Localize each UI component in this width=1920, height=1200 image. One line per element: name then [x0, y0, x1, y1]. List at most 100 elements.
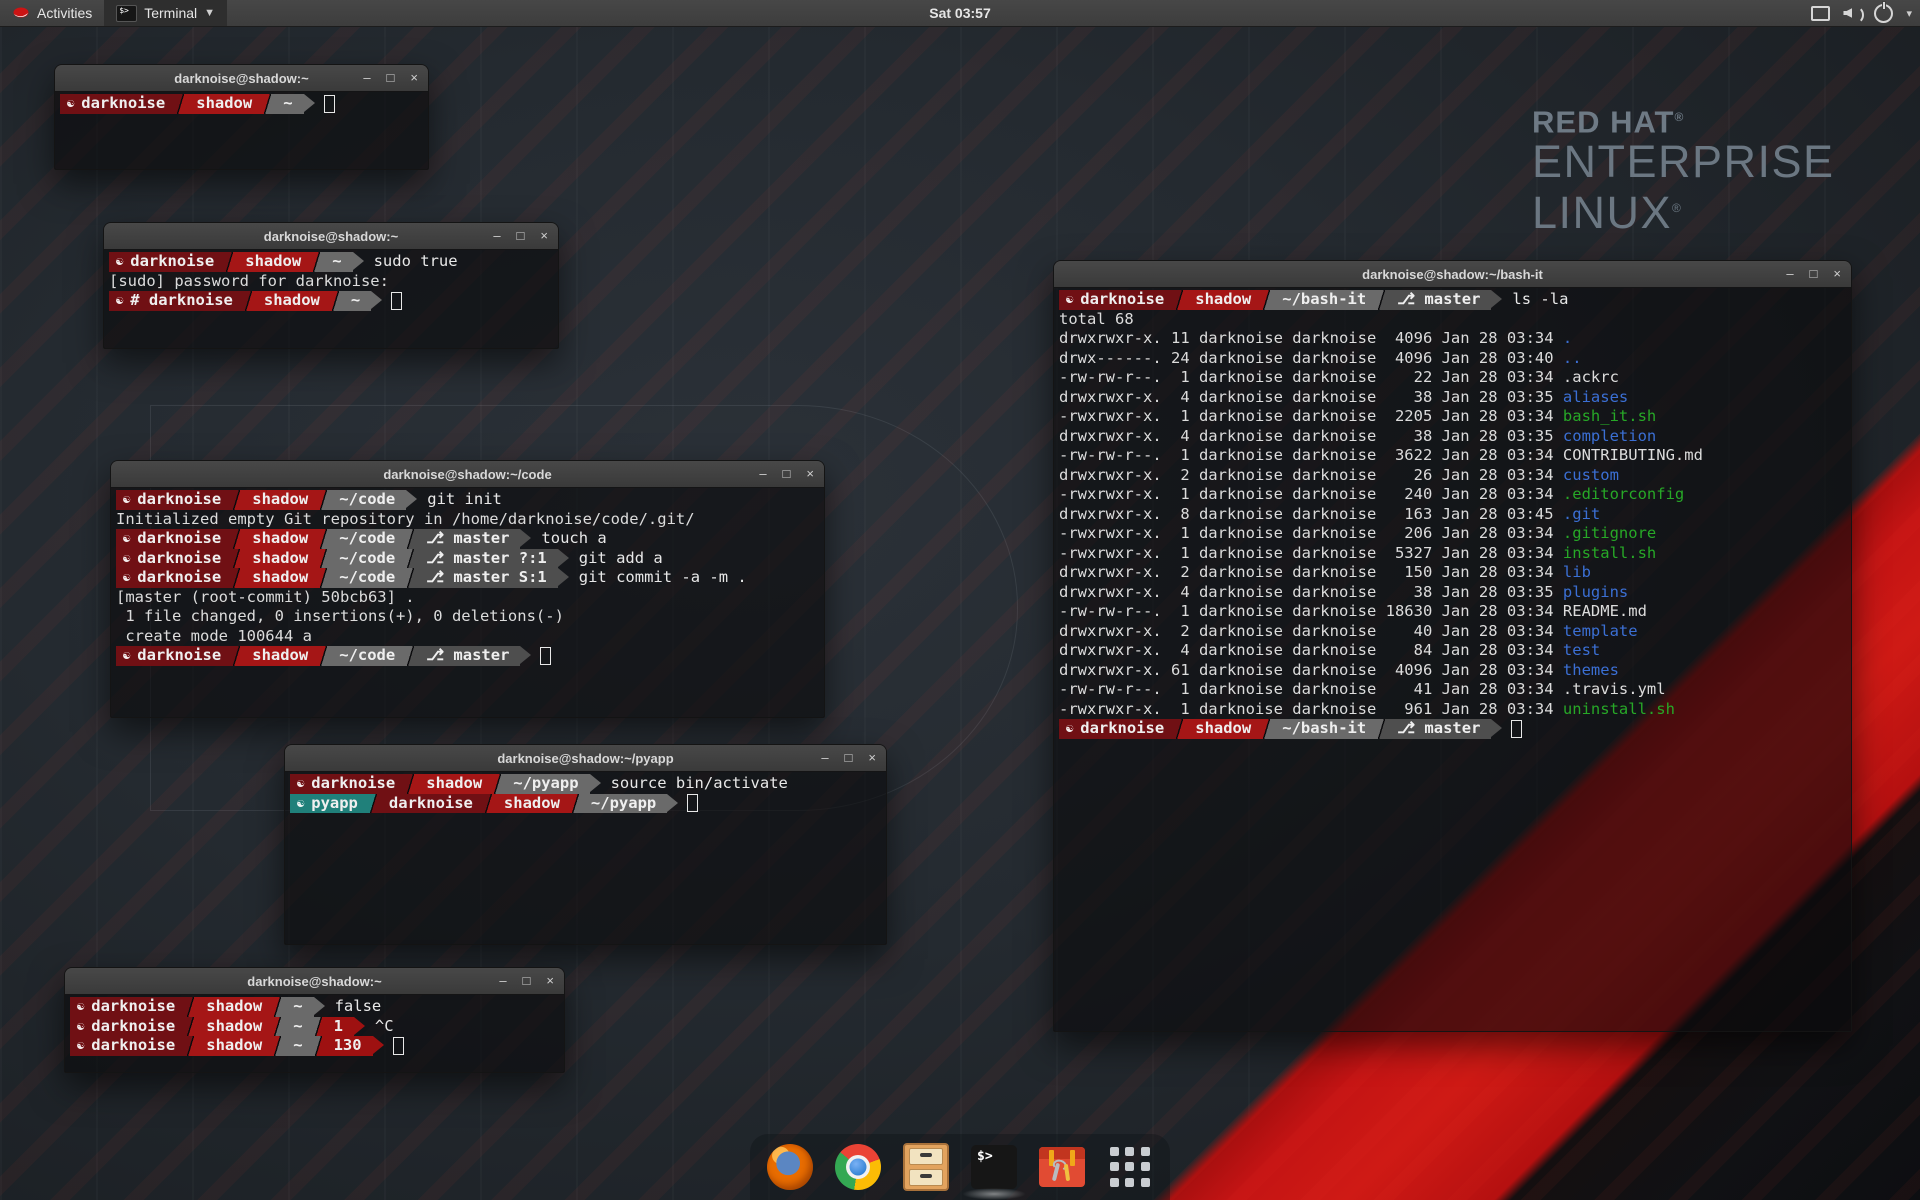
app-grid-icon: [1110, 1147, 1150, 1187]
terminal-content[interactable]: ☯darknoiseshadow~/codegit initInitialize…: [111, 487, 824, 717]
terminal-line: ☯# darknoiseshadow~: [109, 291, 558, 311]
segment-separator: [1262, 290, 1271, 310]
terminal-app-icon: $>: [116, 5, 137, 22]
terminal-line: ☯darknoiseshadow~1^C: [70, 1017, 564, 1037]
ls-entry-name: template: [1563, 622, 1638, 640]
clock[interactable]: Sat 03:57: [0, 5, 1920, 21]
minimize-button[interactable]: –: [821, 745, 828, 771]
window-titlebar[interactable]: darknoise@shadow:~/bash-it –□×: [1054, 261, 1851, 288]
dock-item-files[interactable]: [902, 1143, 950, 1191]
dock-item-firefox[interactable]: [766, 1143, 814, 1191]
prompt-segment-path: ~/code: [328, 549, 406, 569]
close-button[interactable]: ×: [1833, 261, 1841, 287]
dock-item-terminal[interactable]: $>: [970, 1143, 1018, 1191]
activities-button[interactable]: Activities: [0, 0, 104, 26]
display-icon[interactable]: [1811, 6, 1830, 21]
terminal-line: ☯darknoiseshadow~/codegit init: [116, 490, 824, 510]
terminal-window-sudo: darknoise@shadow:~ –□× ☯darknoiseshadow~…: [103, 222, 559, 349]
ls-entry-meta: drwxrwxr-x. 61 darknoise darknoise 4096 …: [1059, 661, 1563, 679]
ls-entry-meta: drwxrwxr-x. 2 darknoise darknoise 26 Jan…: [1059, 466, 1563, 484]
window-titlebar[interactable]: darknoise@shadow:~/code –□×: [111, 461, 824, 488]
ls-entry-meta: drwx------. 24 darknoise darknoise 4096 …: [1059, 349, 1563, 367]
terminal-window-code: darknoise@shadow:~/code –□× ☯darknoisesh…: [110, 460, 825, 718]
dock-item-chrome[interactable]: [834, 1143, 882, 1191]
prompt-segment-err: 130: [323, 1036, 373, 1056]
close-button[interactable]: ×: [410, 65, 418, 91]
prompt-segment-host: shadow: [241, 529, 319, 549]
maximize-button[interactable]: □: [517, 223, 525, 249]
window-title: darknoise@shadow:~: [264, 229, 398, 244]
terminal-cursor: [393, 1037, 404, 1055]
redhat-logo-icon: [12, 6, 30, 20]
brand-red-hat: RED HAT®: [1532, 100, 1835, 139]
segment-separator: [186, 1017, 195, 1037]
minimize-button[interactable]: –: [499, 968, 506, 994]
segment-separator: [319, 646, 328, 666]
ls-entry-meta: drwxrwxr-x. 4 darknoise darknoise 38 Jan…: [1059, 427, 1563, 445]
minimize-button[interactable]: –: [493, 223, 500, 249]
terminal-content[interactable]: ☯darknoiseshadow~/bash-it⎇ master ls -la t…: [1054, 287, 1851, 1031]
maximize-button[interactable]: □: [523, 968, 531, 994]
minimize-button[interactable]: –: [363, 65, 370, 91]
activities-label: Activities: [37, 5, 92, 21]
segment-separator: [232, 646, 241, 666]
dock-item-app-grid[interactable]: [1106, 1143, 1154, 1191]
close-button[interactable]: ×: [868, 745, 876, 771]
minimize-button[interactable]: –: [759, 461, 766, 487]
prompt-segment-git: ⎇ master S:1: [415, 568, 558, 588]
terminal-content[interactable]: ☯darknoiseshadow~false☯darknoiseshadow~1…: [65, 994, 564, 1072]
prompt-segment-path: ~: [282, 1017, 313, 1037]
prompt-arrow: [520, 646, 531, 664]
app-menu-label: Terminal: [144, 5, 197, 21]
command-text: git add a: [579, 549, 663, 569]
maximize-button[interactable]: □: [845, 745, 853, 771]
rhel-branding: RED HAT® ENTERPRISE LINUX®: [1532, 100, 1835, 236]
segment-separator: [571, 794, 580, 814]
prompt-segment-path: ~/code: [328, 646, 406, 666]
top-bar: Activities $> Terminal ▼ Sat 03:57 ▾: [0, 0, 1920, 27]
toolbox-clasp: [1070, 1150, 1075, 1166]
window-titlebar[interactable]: darknoise@shadow:~ –□×: [65, 968, 564, 995]
segment-separator: [406, 549, 415, 569]
system-menu-chevron-icon[interactable]: ▾: [1906, 7, 1912, 20]
terminal-content[interactable]: ☯darknoiseshadow~: [55, 91, 428, 169]
prompt-segment-host: shadow: [253, 291, 331, 311]
prompt-segment-user: ☯darknoise: [116, 568, 232, 588]
dock-item-toolbox[interactable]: [1038, 1143, 1086, 1191]
prompt-segment-user: ☯darknoise: [109, 252, 225, 272]
close-button[interactable]: ×: [806, 461, 814, 487]
power-icon[interactable]: [1874, 4, 1893, 23]
app-menu-terminal[interactable]: $> Terminal ▼: [104, 0, 227, 26]
maximize-button[interactable]: □: [387, 65, 395, 91]
volume-icon[interactable]: [1843, 6, 1861, 20]
window-titlebar[interactable]: darknoise@shadow:~ –□ ×: [104, 223, 558, 250]
close-button[interactable]: ×: [540, 223, 548, 249]
prompt-segment-user: ☯darknoise: [116, 549, 232, 569]
window-titlebar[interactable]: darknoise@shadow:~/pyapp –□×: [285, 745, 886, 772]
minimize-button[interactable]: –: [1786, 261, 1793, 287]
segment-separator: [406, 646, 415, 666]
window-titlebar[interactable]: darknoise@shadow:~ –□×: [55, 65, 428, 92]
ls-entry-name: .editorconfig: [1563, 485, 1684, 503]
terminal-line: ☯darknoiseshadow~/bash-it⎇ master: [1059, 719, 1851, 739]
maximize-button[interactable]: □: [783, 461, 791, 487]
segment-separator: [1377, 719, 1386, 739]
command-text: ls -la: [1512, 290, 1568, 310]
segment-separator: [263, 94, 272, 114]
drawer-glyph: [909, 1148, 943, 1165]
prompt-segment-path: ~/code: [328, 529, 406, 549]
prompt-segment-host: shadow: [195, 1017, 273, 1037]
ls-entry-meta: -rwxrwxr-x. 1 darknoise darknoise 2205 J…: [1059, 407, 1563, 425]
prompt-distro-icon: ☯: [116, 291, 123, 311]
prompt-segment-git: ⎇ master: [415, 646, 520, 666]
command-text: source bin/activate: [611, 774, 788, 794]
terminal-icon: $>: [971, 1145, 1017, 1189]
terminal-content[interactable]: ☯darknoiseshadow~sudo true[sudo] passwor…: [104, 249, 558, 348]
segment-separator: [232, 549, 241, 569]
prompt-distro-icon: ☯: [77, 1017, 84, 1037]
terminal-content[interactable]: ☯darknoiseshadow~/pyappsource bin/activa…: [285, 771, 886, 944]
command-text: git init: [427, 490, 502, 510]
close-button[interactable]: ×: [546, 968, 554, 994]
maximize-button[interactable]: □: [1810, 261, 1818, 287]
terminal-window-pyapp: darknoise@shadow:~/pyapp –□× ☯darknoises…: [284, 744, 887, 945]
